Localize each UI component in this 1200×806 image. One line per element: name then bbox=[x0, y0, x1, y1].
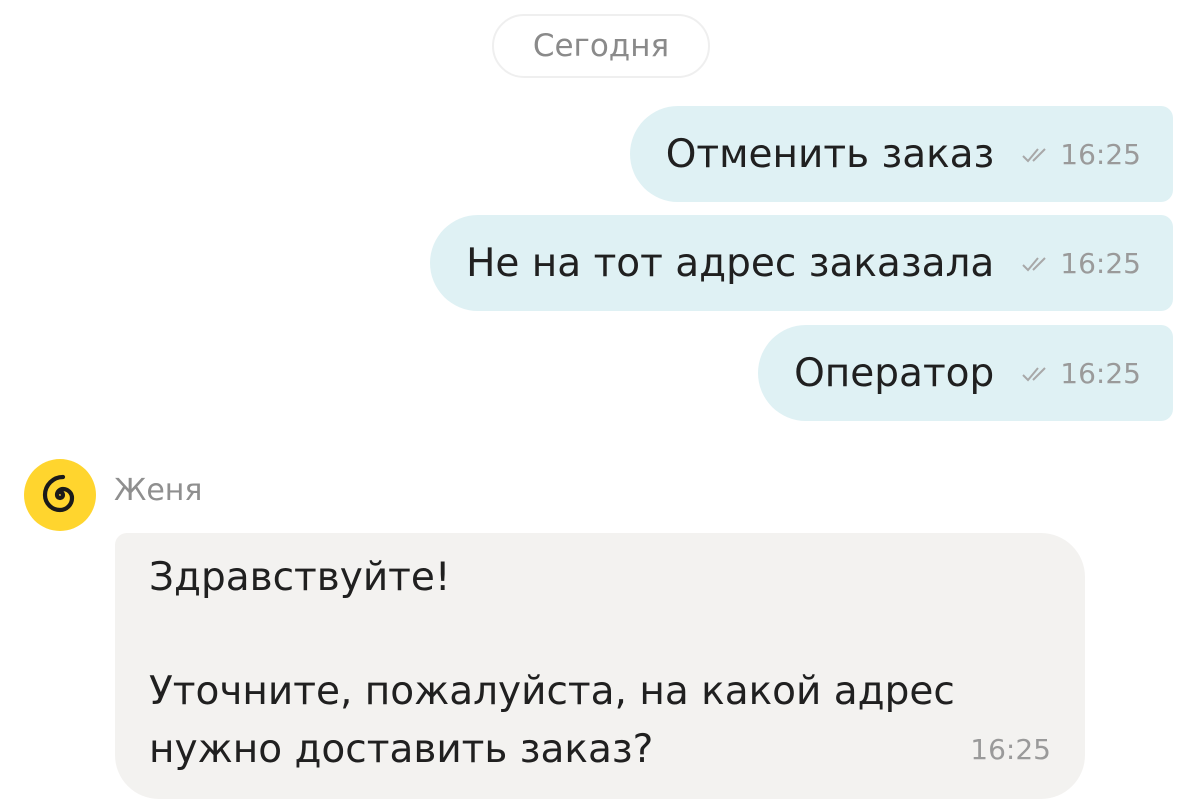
outgoing-message[interactable]: Не на тот адрес заказала 16:25 bbox=[430, 215, 1173, 311]
message-time: 16:25 bbox=[1060, 137, 1141, 171]
message-line: нужно доставить заказ? bbox=[149, 727, 654, 772]
message-line: Здравствуйте! bbox=[149, 555, 451, 600]
double-check-icon bbox=[1022, 257, 1047, 272]
message-time: 16:25 bbox=[1060, 356, 1141, 390]
message-text: Отменить заказ bbox=[665, 131, 995, 177]
message-meta: 16:25 bbox=[1022, 138, 1141, 171]
avatar[interactable] bbox=[24, 459, 96, 531]
incoming-message[interactable]: Здравствуйте! Уточните, пожалуйста, на к… bbox=[115, 533, 1085, 799]
date-separator: Сегодня bbox=[492, 14, 710, 78]
spiral-logo-icon bbox=[42, 474, 75, 513]
message-line: Уточните, пожалуйста, на какой адрес bbox=[149, 669, 955, 714]
message-time: 16:25 bbox=[970, 733, 1051, 766]
double-check-icon bbox=[1022, 367, 1047, 382]
message-text: Не на тот адрес заказала bbox=[466, 240, 995, 286]
message-meta: 16:25 bbox=[1022, 357, 1141, 390]
message-time: 16:25 bbox=[1060, 246, 1141, 280]
outgoing-message[interactable]: Отменить заказ 16:25 bbox=[629, 106, 1173, 202]
double-check-icon bbox=[1022, 148, 1047, 163]
message-text: Оператор bbox=[794, 350, 995, 396]
outgoing-message[interactable]: Оператор 16:25 bbox=[758, 325, 1173, 421]
message-meta: 16:25 bbox=[1022, 247, 1141, 280]
sender-name: Женя bbox=[114, 473, 203, 508]
